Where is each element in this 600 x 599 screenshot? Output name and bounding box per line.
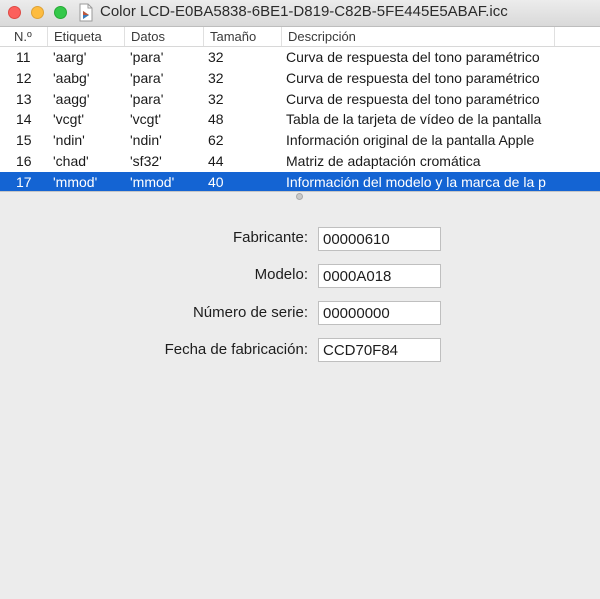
data-type-cell: 'sf32'	[130, 152, 162, 169]
tag-cell: 'mmod'	[53, 173, 98, 190]
divider-handle[interactable]	[296, 193, 303, 200]
data-type-cell: 'ndin'	[130, 132, 162, 149]
size-cell: 32	[208, 69, 224, 86]
data-type-cell: 'para'	[130, 69, 164, 86]
description-cell: Matriz de adaptación cromática	[286, 152, 481, 169]
size-cell: 32	[208, 49, 224, 65]
column-header-tag[interactable]: Etiqueta	[48, 27, 125, 46]
serial-number-label: Número de serie:	[192, 304, 308, 321]
size-cell: 48	[208, 111, 224, 128]
tag-cell: 'ndin'	[53, 132, 85, 149]
window-title: Color LCD-E0BA5838-6BE1-D819-C82B-5FE445…	[100, 3, 508, 20]
data-type-cell: 'para'	[130, 49, 164, 65]
column-header-data[interactable]: Datos	[125, 27, 204, 46]
row-number-cell: 11	[16, 49, 31, 65]
table-row[interactable]: 11 'aarg' 'para' 32 Curva de respuesta del t…	[0, 47, 600, 68]
column-header-description[interactable]: Descripción	[282, 27, 555, 46]
manufacturer-field[interactable]	[318, 227, 441, 251]
tag-cell: 'vcgt'	[53, 111, 85, 128]
zoom-window-button[interactable]	[54, 6, 67, 19]
serial-number-field[interactable]	[318, 301, 441, 325]
model-field[interactable]	[318, 264, 441, 288]
table-row[interactable]: 12 'aabg' 'para' 32 Curva de respuesta del t…	[0, 68, 600, 89]
tag-cell: 'chad'	[53, 152, 89, 169]
close-window-button[interactable]	[8, 6, 21, 19]
description-cell: Información del modelo y la marca de la …	[286, 173, 546, 190]
table-row[interactable]: 17 'mmod' 'mmod' 40 Información del modelo y…	[0, 171, 600, 191]
table-header: N.º Etiqueta Datos Tamaño Descripción	[0, 27, 600, 47]
table-row[interactable]: 16 'chad' 'sf32' 44 Matriz de adaptación cro…	[0, 151, 600, 172]
title-bar: Color LCD-E0BA5838-6BE1-D819-C82B-5FE445…	[0, 0, 600, 27]
size-cell: 40	[208, 173, 224, 190]
description-cell: Curva de respuesta del tono paramétrico	[286, 69, 540, 86]
description-cell: Curva de respuesta del tono paramétrico	[286, 90, 540, 107]
manufacturer-label: Fabricante:	[232, 229, 308, 246]
table-row[interactable]: 13 'aagg' 'para' 32 Curva de respuesta del t…	[0, 89, 600, 110]
data-type-cell: 'vcgt'	[130, 111, 162, 128]
model-label: Modelo:	[254, 266, 308, 283]
description-cell: Curva de respuesta del tono paramétrico	[286, 49, 540, 65]
tag-cell: 'aagg'	[53, 90, 90, 107]
tag-cell: 'aabg'	[53, 69, 90, 86]
data-type-cell: 'mmod'	[130, 173, 175, 190]
row-number-cell: 14	[16, 111, 32, 128]
table-body: 11 'aarg' 'para' 32 Curva de respuesta del t…	[0, 47, 600, 191]
data-type-cell: 'para'	[130, 90, 164, 107]
manufacture-date-label: Fecha de fabricación:	[164, 341, 308, 358]
column-header-size[interactable]: Tamaño	[204, 27, 282, 46]
minimize-window-button[interactable]	[31, 6, 44, 19]
manufacture-date-field[interactable]	[318, 338, 441, 362]
split-view-divider[interactable]	[0, 191, 600, 201]
table-row[interactable]: 15 'ndin' 'ndin' 62 Información original de …	[0, 130, 600, 151]
row-number-cell: 13	[16, 90, 32, 107]
row-number-cell: 16	[16, 152, 32, 169]
row-number-cell: 12	[16, 69, 32, 86]
icc-document-icon[interactable]	[79, 3, 93, 22]
size-cell: 62	[208, 132, 224, 149]
row-number-cell: 15	[16, 132, 32, 149]
size-cell: 32	[208, 90, 224, 107]
tag-cell: 'aarg'	[53, 49, 87, 65]
description-cell: Tabla de la tarjeta de vídeo de la panta…	[286, 111, 542, 128]
size-cell: 44	[208, 152, 224, 169]
column-header-number[interactable]: N.º	[0, 27, 48, 46]
description-cell: Información original de la pantalla Appl…	[286, 132, 535, 149]
table-row[interactable]: 14 'vcgt' 'vcgt' 48 Tabla de la tarjeta de v…	[0, 109, 600, 130]
row-number-cell: 17	[16, 173, 32, 190]
icc-tag-table[interactable]: N.º Etiqueta Datos Tamaño Descripción 11…	[0, 27, 600, 191]
